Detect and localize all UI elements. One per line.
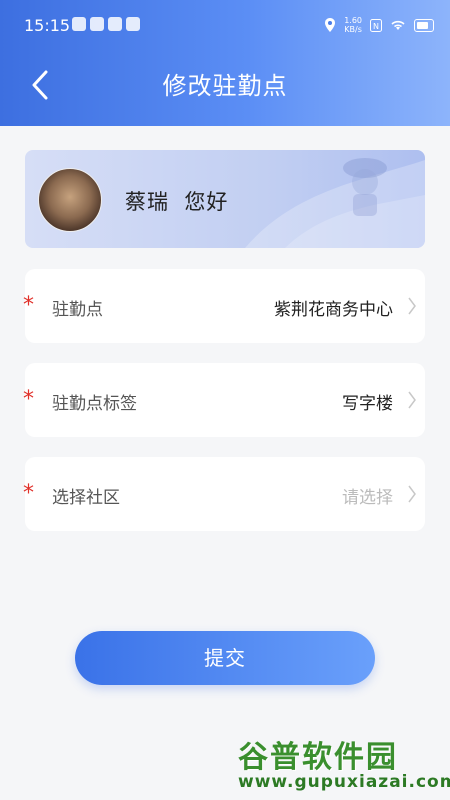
network-speed-value: 1.60 xyxy=(344,16,362,25)
watermark-text: 谷普软件园 xyxy=(238,740,398,775)
field-label: 选择社区 xyxy=(52,488,120,508)
field-select-community[interactable]: * 选择社区 请选择 xyxy=(23,457,425,531)
chevron-right-icon xyxy=(408,391,416,409)
status-bar: 15:15 1.60 KB/s N xyxy=(0,0,450,50)
greeting-text: 蔡瑞 您好 xyxy=(125,186,228,216)
field-placeholder: 请选择 xyxy=(342,488,393,508)
app-notification-icon xyxy=(72,17,86,31)
required-mark: * xyxy=(23,481,34,506)
field-duty-point[interactable]: * 驻勤点 紫荆花商务中心 xyxy=(23,269,425,343)
submit-button[interactable]: 提交 xyxy=(75,631,375,685)
watermark-url: www.gupuxiazai.com xyxy=(238,772,450,792)
app-notification-icon xyxy=(126,17,140,31)
notification-icons xyxy=(72,17,140,31)
chevron-right-icon xyxy=(408,485,416,503)
nfc-icon: N xyxy=(370,18,382,32)
police-mascot-decoration xyxy=(245,158,425,248)
watermark-logo: 谷普软件园 www.gupuxiazai.com xyxy=(234,732,450,794)
greeting-word: 您好 xyxy=(184,190,229,214)
network-speed-unit: KB/s xyxy=(344,25,362,34)
status-time: 15:15 xyxy=(24,16,71,35)
field-value: 写字楼 xyxy=(342,394,393,414)
status-right: 1.60 KB/s N xyxy=(324,16,434,34)
user-name: 蔡瑞 xyxy=(125,190,169,214)
wifi-icon xyxy=(391,20,405,30)
profile-card: 蔡瑞 您好 xyxy=(25,150,425,248)
app-notification-icon xyxy=(90,17,104,31)
header-bar: 15:15 1.60 KB/s N 修改驻勤点 xyxy=(0,0,450,126)
field-duty-point-tag[interactable]: * 驻勤点标签 写字楼 xyxy=(23,363,425,437)
chevron-right-icon xyxy=(408,297,416,315)
field-label: 驻勤点标签 xyxy=(52,394,137,414)
location-icon xyxy=(325,18,336,32)
battery-icon xyxy=(414,18,434,32)
field-label: 驻勤点 xyxy=(52,300,103,320)
svg-text:N: N xyxy=(373,22,379,31)
page-title: 修改驻勤点 xyxy=(162,72,288,100)
avatar[interactable] xyxy=(38,168,102,232)
tiktok-notification-icon xyxy=(108,17,122,31)
network-speed: 1.60 KB/s xyxy=(344,16,362,34)
field-value: 紫荆花商务中心 xyxy=(274,300,393,320)
required-mark: * xyxy=(23,293,34,318)
required-mark: * xyxy=(23,387,34,412)
